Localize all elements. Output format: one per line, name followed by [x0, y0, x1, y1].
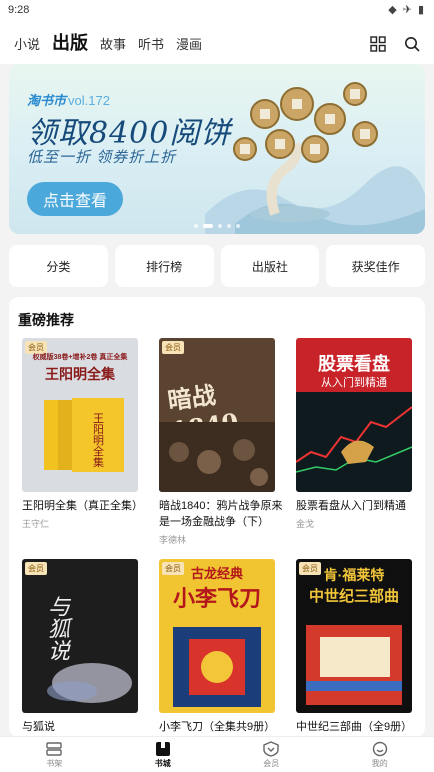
cover-title: 中世纪三部曲 — [308, 588, 399, 605]
top-nav: 小说 出版 故事 听书 漫画 — [0, 24, 434, 64]
book-stack-illustration: 王阳明全集 — [44, 398, 124, 472]
banner-pagination — [9, 224, 425, 228]
book-card[interactable]: 会员 肯·福莱特 中世纪三部曲 中世纪三部曲（全9册） — [296, 559, 420, 735]
cover-top-text: 古龙经典 — [190, 566, 243, 581]
bottom-tab-bar: 书架 书城 会员 我的 — [0, 736, 434, 772]
profile-icon — [372, 741, 387, 756]
book-cover[interactable]: 会员 权威版38卷+增补2卷 真正全集 王阳明全集 王阳明全集 — [22, 338, 138, 492]
bottom-tab-label: 会员 — [263, 758, 280, 768]
box-set-illustration — [173, 627, 261, 707]
category-grid-icon[interactable] — [368, 34, 388, 54]
book-title: 小李飞刀（全集共9册） — [159, 721, 276, 733]
bookshelf-icon — [46, 741, 62, 756]
book-cover[interactable]: 会员 暗战1840 — [159, 338, 275, 492]
bottom-tab-profile[interactable]: 我的 — [326, 737, 434, 772]
banner-brand: 淘书市 vol.172 — [27, 93, 110, 108]
book-card[interactable]: 会员 暗战1840 暗战1840：鸦片战争原来是一场金融战争（下） 李德林 — [159, 338, 283, 546]
bookstore-icon — [155, 741, 170, 756]
book-card[interactable]: 会员 古龙经典 小李飞刀 小李飞刀（全集共9册） — [159, 559, 283, 735]
bull-illustration — [296, 392, 412, 492]
search-icon[interactable] — [402, 34, 422, 54]
book-cover[interactable]: 会员 肯·福莱特 中世纪三部曲 — [296, 559, 412, 713]
book-cover[interactable]: 会员 古龙经典 小李飞刀 — [159, 559, 275, 713]
category-tabs: 小说 出版 故事 听书 漫画 — [14, 32, 202, 54]
book-cover[interactable]: 股票看盘 从入门到精通 — [296, 338, 412, 492]
book-title: 股票看盘从入门到精通 — [296, 500, 406, 512]
quick-link-category[interactable]: 分类 — [9, 245, 108, 287]
battery-icon: ▮ — [417, 4, 424, 16]
book-author: 金戈 — [296, 519, 315, 529]
quick-links: 分类 排行榜 出版社 获奖佳作 — [9, 245, 425, 287]
tab-published[interactable]: 出版 — [52, 32, 88, 54]
quick-link-awards[interactable]: 获奖佳作 — [326, 245, 425, 287]
status-icons: ◆ ✈ ▮ — [388, 3, 424, 16]
tab-novel[interactable]: 小说 — [14, 36, 40, 54]
recommend-section: 重磅推荐 会员 权威版38卷+增补2卷 真正全集 王阳明全集 王阳明全集 王阳明… — [9, 297, 425, 737]
book-title: 暗战1840：鸦片战争原来是一场金融战争（下） — [159, 500, 283, 528]
bottom-tab-label: 书城 — [154, 758, 171, 768]
book-author: 李德林 — [159, 535, 187, 545]
member-badge: 会员 — [25, 562, 47, 575]
status-bar: 9:28 ◆ ✈ ▮ — [0, 0, 434, 24]
cover-top-text: 权威版38卷+增补2卷 真正全集 — [32, 354, 128, 361]
book-cover[interactable]: 会员 与狐说 — [22, 559, 138, 713]
cover-title: 王阳明全集 — [45, 367, 115, 383]
banner-subtitle: 低至一折 领券折上折 — [27, 149, 177, 166]
book-card[interactable]: 会员 与狐说 与狐说 — [22, 559, 146, 735]
cover-texture-illustration — [159, 422, 275, 492]
member-badge: 会员 — [162, 341, 184, 354]
bottom-tab-label: 书架 — [46, 758, 63, 768]
book-title: 中世纪三部曲（全9册） — [296, 721, 413, 733]
book-title: 王阳明全集（真正全集） — [22, 500, 143, 512]
quick-link-publisher[interactable]: 出版社 — [220, 245, 320, 287]
book-author: 王守仁 — [22, 519, 50, 529]
airplane-icon: ✈ — [402, 4, 412, 16]
section-title: 重磅推荐 — [18, 312, 74, 328]
book-card[interactable]: 股票看盘 从入门到精通 股票看盘从入门到精通 金戈 — [296, 338, 420, 530]
quick-link-ranking[interactable]: 排行榜 — [114, 245, 214, 287]
status-time: 9:28 — [8, 4, 30, 16]
bottom-tab-bookshelf[interactable]: 书架 — [0, 737, 109, 772]
book-title: 与狐说 — [22, 721, 55, 733]
banner-cta-button[interactable]: 点击查看 — [27, 182, 123, 216]
member-icon — [263, 740, 279, 757]
promo-banner[interactable]: 淘书市 vol.172 领取8400阅饼 低至一折 领券折上折 点击查看 — [9, 64, 425, 234]
banner-volume: vol.172 — [68, 93, 110, 108]
book-card[interactable]: 会员 权威版38卷+增补2卷 真正全集 王阳明全集 王阳明全集 王阳明全集（真正… — [22, 338, 146, 530]
cover-top-text: 肯·福莱特 — [323, 567, 385, 583]
fox-illustration — [47, 663, 132, 703]
svg-text:王阳明全集: 王阳明全集 — [92, 413, 105, 468]
bottom-tab-label: 我的 — [371, 758, 388, 768]
cover-subtitle: 从入门到精通 — [321, 377, 387, 389]
coin-tree-illustration — [205, 82, 425, 234]
cover-title: 小李飞刀 — [172, 586, 261, 612]
tab-audiobook[interactable]: 听书 — [138, 36, 164, 54]
bottom-tab-member[interactable]: 会员 — [217, 737, 326, 772]
tab-comic[interactable]: 漫画 — [176, 36, 202, 54]
bottom-tab-bookstore[interactable]: 书城 — [109, 737, 218, 772]
tab-story[interactable]: 故事 — [100, 36, 126, 54]
wifi-icon: ◆ — [388, 4, 397, 16]
cover-title: 股票看盘 — [318, 354, 390, 374]
box-set-illustration — [306, 625, 402, 705]
